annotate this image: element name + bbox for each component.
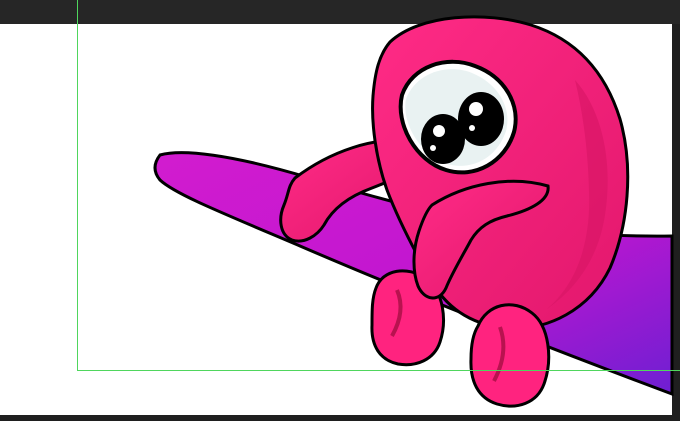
image-editor-workspace bbox=[0, 0, 680, 421]
front-foot-shape bbox=[469, 303, 551, 408]
guide-horizontal bbox=[77, 370, 680, 371]
right-eye-icon bbox=[458, 92, 504, 146]
character-illustration-icon bbox=[77, 0, 680, 408]
guide-vertical bbox=[77, 0, 78, 371]
